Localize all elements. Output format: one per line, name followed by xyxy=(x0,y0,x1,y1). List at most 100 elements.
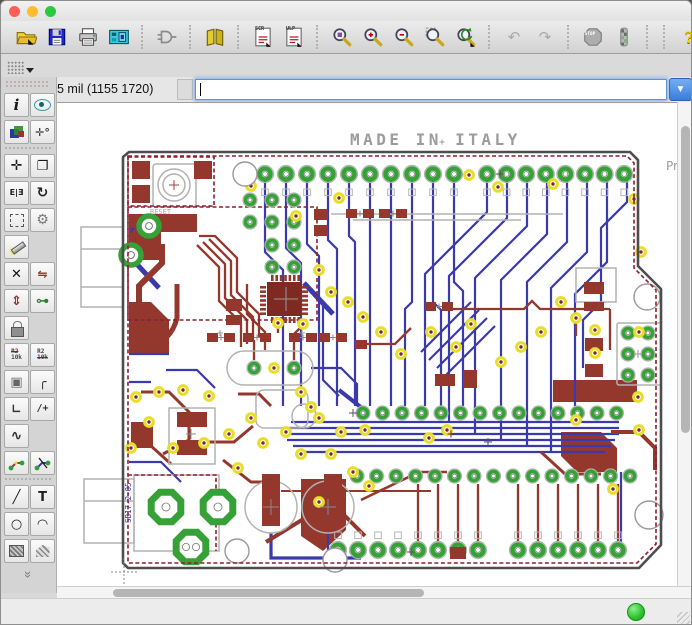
command-bar-splitter[interactable] xyxy=(177,79,193,100)
cut-tool-button[interactable] xyxy=(4,235,29,259)
redo-button[interactable]: ↷ xyxy=(532,24,558,50)
palette-drag-handle[interactable] xyxy=(5,80,49,88)
zoom-select-button[interactable] xyxy=(422,24,448,50)
toolbar-separator xyxy=(316,25,320,49)
bottom-trace xyxy=(166,370,215,388)
ratsnest-button[interactable] xyxy=(611,24,637,50)
smd-pad xyxy=(585,364,603,377)
library-icon xyxy=(204,26,226,48)
save-button[interactable] xyxy=(44,24,70,50)
ulp-button[interactable]: ULP xyxy=(281,24,307,50)
change-tool-button[interactable]: ⚙ xyxy=(30,208,55,232)
zoom-out-button[interactable] xyxy=(391,24,417,50)
titlebar[interactable] xyxy=(1,1,691,21)
pcb-text: MADE IN ITALY xyxy=(350,130,521,149)
zoom-fit-button[interactable] xyxy=(329,24,355,50)
mark-tool-icon: ✛° xyxy=(35,127,50,138)
show-tool-button[interactable] xyxy=(30,93,55,117)
script-button[interactable]: SCR xyxy=(250,24,276,50)
parameter-bar xyxy=(1,54,691,77)
ripup-pointer-tool-button[interactable]: ⇋ xyxy=(30,262,55,286)
display-layers-tool-button[interactable] xyxy=(4,120,29,144)
split-tool-button[interactable]: ⇕ xyxy=(4,289,29,313)
grid-button[interactable] xyxy=(7,57,37,74)
zoom-in-button[interactable] xyxy=(360,24,386,50)
move-tool-icon: ✛ xyxy=(11,159,23,173)
text-tool-button[interactable]: T xyxy=(30,485,55,509)
vertical-scrollbar-thumb[interactable] xyxy=(681,126,690,433)
group-tool-button[interactable] xyxy=(4,208,29,232)
optimize-tool-button[interactable]: ⊶ xyxy=(30,289,55,313)
name-tool-button[interactable]: R210k xyxy=(4,343,29,367)
smd-pad xyxy=(226,315,242,325)
horizontal-scrollbar-thumb[interactable] xyxy=(113,589,424,597)
display-layers-tool-icon xyxy=(9,125,25,139)
delete-tool-button[interactable]: ✕ xyxy=(4,262,29,286)
value-tool-button[interactable]: R210k xyxy=(30,343,55,367)
bottom-trace xyxy=(129,462,181,482)
zoom-redraw-button[interactable] xyxy=(453,24,479,50)
wire-bend-tool-button[interactable]: ∟ xyxy=(4,397,29,421)
ripup-tool-button[interactable] xyxy=(30,451,55,475)
smd-pad xyxy=(132,185,150,203)
top-trace xyxy=(611,432,655,470)
toolbar-separator xyxy=(646,25,650,49)
board-canvas[interactable]: MADE IN ITALYPrRESETSB17-2-05 xyxy=(57,102,677,586)
arc-tool-button[interactable]: ◠ xyxy=(30,512,55,536)
resize-grip[interactable] xyxy=(677,612,690,625)
vertical-scrollbar[interactable] xyxy=(677,102,692,586)
help-button[interactable]: ? xyxy=(676,24,692,50)
mirror-tool-button[interactable]: E|Ǝ xyxy=(4,181,29,205)
circle-tool-button[interactable]: ○ xyxy=(4,512,29,536)
pcb-drawing[interactable]: MADE IN ITALYPrRESETSB17-2-05 xyxy=(57,103,677,586)
miter-tool-icon: ╭ xyxy=(39,376,47,389)
move-tool-button[interactable]: ✛ xyxy=(4,154,29,178)
miter-tool-button[interactable]: ╭ xyxy=(30,370,55,394)
stop-button[interactable]: STOP xyxy=(580,24,606,50)
smd-pad xyxy=(355,340,367,349)
device-button[interactable] xyxy=(154,24,180,50)
command-history-dropdown-button[interactable]: ▼ xyxy=(669,78,692,101)
stop-icon xyxy=(582,26,604,48)
smash-tool-button[interactable]: ▣ xyxy=(4,370,29,394)
command-input[interactable] xyxy=(195,79,667,100)
mark-tool-button[interactable]: ✛° xyxy=(30,120,55,144)
route-angle-tool-button[interactable]: /+ xyxy=(30,397,55,421)
info-tool-button[interactable]: i xyxy=(4,93,29,117)
library-button[interactable] xyxy=(202,24,228,50)
rect-tool-button[interactable] xyxy=(4,539,29,563)
rotate-tool-icon: ↻ xyxy=(37,186,49,200)
open-button[interactable] xyxy=(13,24,39,50)
minimize-window-button[interactable] xyxy=(27,6,38,17)
delete-tool-icon: ✕ xyxy=(11,268,22,281)
mirror-tool-icon: E|Ǝ xyxy=(10,189,24,197)
show-tool-icon xyxy=(34,99,51,111)
smd-pad xyxy=(584,302,604,311)
toolbar-separator xyxy=(663,25,667,49)
wire-tool-icon: ╱ xyxy=(13,491,21,504)
horizontal-scrollbar[interactable] xyxy=(57,586,692,598)
top-trace xyxy=(151,420,171,464)
cam-processor-button[interactable] xyxy=(106,24,132,50)
meander-tool-button[interactable]: ∿ xyxy=(4,424,29,448)
copy-tool-button[interactable]: ❐ xyxy=(30,154,55,178)
cut-tool-icon xyxy=(8,239,26,255)
copper-pour xyxy=(553,380,637,402)
rotate-tool-button[interactable]: ↻ xyxy=(30,181,55,205)
zoom-window-button[interactable] xyxy=(45,6,56,17)
close-window-button[interactable] xyxy=(9,6,20,17)
print-button[interactable] xyxy=(75,24,101,50)
smd-pad xyxy=(194,161,212,179)
lock-tool-icon xyxy=(11,321,23,335)
eagle-board-window: SCRULP↶↷STOP?designlink» 5 mil (1155 172… xyxy=(0,0,692,625)
smd-pad xyxy=(226,299,242,311)
polygon-tool-button[interactable] xyxy=(30,539,55,563)
palette-more-button[interactable]: » xyxy=(1,566,57,584)
wire-tool-button[interactable]: ╱ xyxy=(4,485,29,509)
smd-pad xyxy=(463,370,477,388)
undo-button[interactable]: ↶ xyxy=(501,24,527,50)
route-tool-button[interactable] xyxy=(4,451,29,475)
change-tool-icon: ⚙ xyxy=(36,213,49,227)
lock-tool-button[interactable] xyxy=(4,316,29,340)
mounting-hole xyxy=(635,501,663,529)
